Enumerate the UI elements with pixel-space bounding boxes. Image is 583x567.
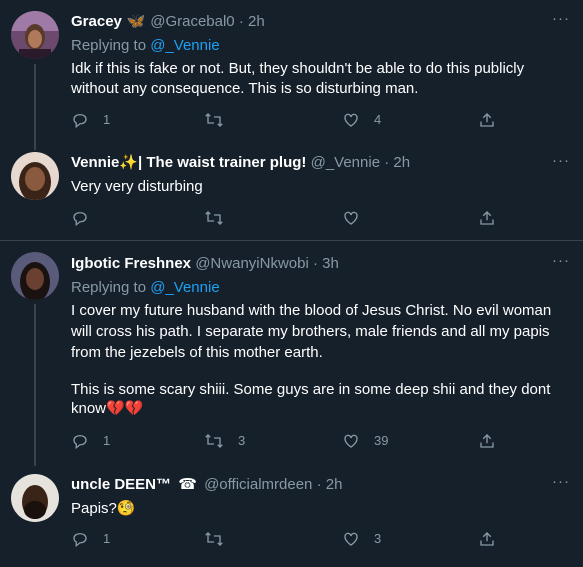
tweet-text-paragraph-2: This is some scary shiii. Some guys are … xyxy=(71,381,551,417)
like-button[interactable]: 39 xyxy=(342,431,388,451)
reply-icon xyxy=(73,533,87,548)
more-options-icon[interactable]: ··· xyxy=(549,153,573,174)
like-count: 3 xyxy=(374,531,382,546)
like-count: 4 xyxy=(374,112,382,127)
replying-to-link[interactable]: @_Vennie xyxy=(150,37,219,54)
retweet-icon xyxy=(205,434,223,448)
author-handle[interactable]: @_Vennie xyxy=(311,154,380,171)
tweet-text: Idk if this is fake or not. But, they sh… xyxy=(71,60,525,97)
tweet-feed: Gracey 🦋 @Gracebal0 · 2h Replying to @_V… xyxy=(0,0,583,567)
reply-button[interactable]: 1 xyxy=(71,431,110,451)
avatar[interactable] xyxy=(11,11,59,59)
reply-count: 1 xyxy=(103,531,111,546)
replying-label: Replying to xyxy=(71,279,147,296)
heart-icon xyxy=(344,211,358,225)
author-handle[interactable]: @officialmrdeen xyxy=(204,476,312,493)
reply-icon xyxy=(73,114,87,129)
share-button[interactable] xyxy=(478,431,496,451)
retweet-icon xyxy=(205,113,223,127)
retweet-button[interactable]: 3 xyxy=(204,431,245,451)
heart-icon xyxy=(344,434,358,448)
retweet-count: 3 xyxy=(238,433,246,448)
avatar[interactable] xyxy=(11,252,59,300)
retweet-icon xyxy=(205,532,223,546)
author-name[interactable]: uncle DEEN™ xyxy=(71,476,171,493)
more-options-icon[interactable]: ··· xyxy=(549,253,573,274)
like-count: 39 xyxy=(374,433,389,448)
avatar[interactable] xyxy=(11,474,59,522)
author-handle[interactable]: @Gracebal0 xyxy=(150,13,234,30)
share-icon xyxy=(480,532,494,546)
tweet-igbotic[interactable]: Igbotic Freshnex @NwanyiNkwobi · 3h Repl… xyxy=(0,241,583,461)
reply-button[interactable] xyxy=(71,208,103,228)
heart-icon xyxy=(344,113,358,127)
retweet-button[interactable] xyxy=(204,529,238,549)
timestamp[interactable]: · 2h xyxy=(384,154,410,171)
reply-icon xyxy=(73,212,87,227)
share-icon xyxy=(480,211,494,225)
more-options-icon[interactable]: ··· xyxy=(549,474,573,495)
share-button[interactable] xyxy=(478,110,496,130)
tweet-vennie[interactable]: Vennie✨| The waist trainer plug! @_Venni… xyxy=(0,147,583,240)
share-icon xyxy=(480,434,494,448)
share-button[interactable] xyxy=(478,529,496,549)
butterfly-icon: 🦋 xyxy=(126,13,146,30)
tweet-text: Papis?🧐 xyxy=(71,500,136,517)
like-button[interactable]: 3 xyxy=(342,529,381,549)
timestamp[interactable]: · 3h xyxy=(313,255,339,272)
like-button[interactable]: 4 xyxy=(342,110,381,130)
reply-button[interactable]: 1 xyxy=(71,110,110,130)
author-name[interactable]: Igbotic Freshnex xyxy=(71,255,191,272)
share-icon xyxy=(480,113,494,127)
tweet-uncle-deen[interactable]: uncle DEEN™ ☎ @officialmrdeen · 2h Papis… xyxy=(0,461,583,567)
retweet-button[interactable] xyxy=(204,208,238,228)
retweet-button[interactable] xyxy=(204,110,238,130)
reply-icon xyxy=(73,435,87,450)
phone-icon: ☎ xyxy=(178,476,197,493)
author-name[interactable]: Gracey xyxy=(71,13,122,30)
reply-count: 1 xyxy=(103,112,111,127)
heart-icon xyxy=(344,532,358,546)
author-name[interactable]: Vennie✨| The waist trainer plug! xyxy=(71,154,306,171)
share-button[interactable] xyxy=(478,208,496,228)
reply-count: 1 xyxy=(103,433,111,448)
replying-to-link[interactable]: @_Vennie xyxy=(150,279,219,296)
replying-label: Replying to xyxy=(71,37,147,54)
more-options-icon[interactable]: ··· xyxy=(549,11,573,32)
timestamp[interactable]: · 2h xyxy=(239,13,265,30)
tweet-gracey[interactable]: Gracey 🦋 @Gracebal0 · 2h Replying to @_V… xyxy=(0,0,583,147)
like-button[interactable] xyxy=(342,208,374,228)
tweet-text: Very very disturbing xyxy=(71,178,203,195)
timestamp[interactable]: · 2h xyxy=(317,476,343,493)
tweet-text: I cover my future husband with the blood… xyxy=(71,302,552,361)
author-handle[interactable]: @NwanyiNkwobi xyxy=(195,255,309,272)
avatar[interactable] xyxy=(11,152,59,200)
retweet-icon xyxy=(205,211,223,225)
reply-button[interactable]: 1 xyxy=(71,529,110,549)
